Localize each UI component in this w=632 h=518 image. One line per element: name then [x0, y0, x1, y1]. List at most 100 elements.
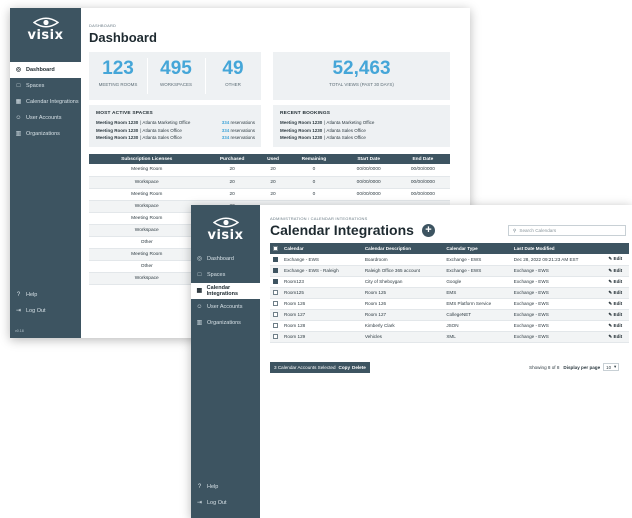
- table-header-row: Subscription Licenses Purchased Used Remain…: [89, 154, 450, 164]
- edit-button[interactable]: ✎ Edit: [608, 290, 622, 295]
- sidebar-item-help[interactable]: ? Help: [10, 287, 81, 303]
- sidebar-item-label: User Accounts: [26, 115, 62, 121]
- table-cell-calendar: Room 128: [280, 320, 361, 332]
- room-name: Meeting Room 1230: [280, 127, 323, 133]
- row-checkbox[interactable]: [270, 320, 280, 332]
- recent-bookings-card: RECENT BOOKINGS Meeting Room 1230 | Atlan…: [273, 105, 450, 147]
- column-header: Subscription Licenses: [89, 154, 205, 164]
- edit-button[interactable]: ✎ Edit: [608, 301, 622, 306]
- table-cell: Meeting Room: [89, 212, 205, 225]
- sidebar: visix ◎ Dashboard □ Spaces ▦ Calendar Integra…: [10, 8, 81, 338]
- table-cell: 0: [286, 176, 342, 189]
- table-cell: 0: [286, 188, 342, 201]
- column-header: Calendar: [280, 243, 361, 254]
- stat-label: MEETING ROOMS: [98, 82, 138, 87]
- list-item: Meeting Room 1230 | Atlanta Marketing Off…: [280, 119, 450, 127]
- per-page-select[interactable]: 10 ▾: [603, 363, 620, 371]
- logout-icon: ⇥: [196, 499, 203, 506]
- edit-button[interactable]: ✎ Edit: [608, 256, 622, 261]
- add-calendar-button[interactable]: +: [422, 224, 435, 237]
- checkbox-unchecked: [272, 290, 278, 296]
- table-row: Room123 City of Sheboygan Google Exchange -…: [270, 276, 629, 288]
- edit-button[interactable]: ✎ Edit: [608, 334, 622, 339]
- sidebar-item-dashboard[interactable]: ◎ Dashboard: [191, 251, 260, 267]
- table-cell: 00/00/0000: [395, 188, 450, 201]
- sidebar-nav: ◎ Dashboard □ Spaces ▦ Calendar Integrations ☺…: [10, 62, 81, 142]
- row-checkbox[interactable]: [270, 331, 280, 343]
- list-item: Meeting Room 1230 | Atlanta Sales Office: [280, 127, 450, 135]
- table-cell-type: JSON: [442, 320, 510, 332]
- table-row: Exchange - EWS Boardroom Exchange - EWS Dec…: [270, 254, 629, 266]
- table-cell: 20: [259, 188, 287, 201]
- table-cell-calendar: Room 127: [280, 309, 361, 321]
- table-row: Meeting Room 20 20 0 00/00/0000 00/00/0000: [89, 164, 450, 177]
- sidebar-item-help[interactable]: ? Help: [191, 479, 260, 495]
- table-cell-calendar: Room 126: [280, 298, 361, 310]
- copy-button[interactable]: Copy: [339, 365, 350, 370]
- sidebar-item-log-out[interactable]: ⇥ Log Out: [191, 495, 260, 511]
- table-cell-desc: Vehicles: [360, 331, 443, 343]
- per-page-label: Display per page: [563, 364, 601, 370]
- sidebar-item-spaces[interactable]: □ Spaces: [191, 267, 260, 283]
- count-unit: reservations: [230, 135, 255, 140]
- edit-button[interactable]: ✎ Edit: [608, 312, 622, 317]
- row-checkbox[interactable]: [270, 254, 280, 266]
- pagination: Showing 8 of 8 Display per page 10 ▾: [529, 363, 620, 371]
- row-checkbox[interactable]: [270, 265, 280, 277]
- sidebar-item-organizations[interactable]: ▥ Organizations: [10, 126, 81, 142]
- table-cell-desc: Raleigh Office 365 account: [360, 265, 443, 277]
- row-checkbox[interactable]: [270, 276, 280, 288]
- table-cell-calendar: Room125: [280, 287, 361, 299]
- stat-meeting-rooms: 123 MEETING ROOMS: [89, 52, 147, 100]
- sidebar-item-calendar-integrations[interactable]: ▦ Calendar Integrations: [10, 94, 81, 110]
- sidebar-item-label: Help: [207, 484, 219, 490]
- card-heading: MOST ACTIVE SPACES: [96, 111, 153, 116]
- edit-button[interactable]: ✎ Edit: [608, 268, 622, 273]
- stat-label: TOTAL VIEWS (PAST 30 DAYS): [329, 82, 394, 87]
- delete-button[interactable]: Delete: [352, 365, 366, 370]
- select-all-checkbox[interactable]: [270, 243, 280, 254]
- table-cell-type: Exchange - EWS: [442, 265, 510, 277]
- table-cell: Workspace: [89, 200, 205, 213]
- sidebar-item-dashboard[interactable]: ◎ Dashboard: [10, 62, 81, 78]
- table-cell: 20: [204, 164, 260, 177]
- sidebar-item-log-out[interactable]: ⇥ Log Out: [10, 303, 81, 319]
- table-row: Workspace 20 20 0 00/00/0000 00/00/0000: [89, 176, 450, 189]
- edit-label: Edit: [613, 289, 623, 295]
- table-row: Room 128 Kimberly Clark JSON Exchange - EWS…: [270, 320, 629, 332]
- edit-cell: ✎ Edit: [604, 298, 629, 310]
- brand-name: visix: [27, 28, 64, 43]
- room-name: Meeting Room 1230: [96, 127, 139, 133]
- row-checkbox[interactable]: [270, 287, 280, 299]
- list-item: Meeting Room 1230 | Atlanta Sales Office 3…: [96, 134, 261, 142]
- sidebar-item-organizations[interactable]: ▥ Organizations: [191, 315, 260, 331]
- row-checkbox[interactable]: [270, 298, 280, 310]
- target-icon: ◎: [15, 66, 22, 73]
- edit-button[interactable]: ✎ Edit: [608, 279, 622, 284]
- reservation-count: 334 reservations: [222, 127, 255, 135]
- table-cell: 20: [204, 188, 260, 201]
- table-cell-type: Google: [442, 276, 510, 288]
- sidebar-item-user-accounts[interactable]: ☺ User Accounts: [191, 299, 260, 315]
- row-checkbox[interactable]: [270, 309, 280, 321]
- calendar-integrations-window: visix ◎ Dashboard □ Spaces ▦ Calendar Integra…: [191, 205, 632, 518]
- table-cell: Other: [89, 236, 205, 249]
- square-icon: □: [197, 271, 202, 278]
- showing-count: Showing 8 of 8: [529, 364, 560, 370]
- room-name: Meeting Room 1230: [280, 120, 323, 125]
- eye-logo-icon: [32, 17, 59, 28]
- search-input[interactable]: ⚲ Search Calendars: [508, 225, 626, 236]
- count-value: 334: [221, 127, 230, 133]
- sidebar-footer: ? Help ⇥ Log Out: [191, 479, 260, 511]
- square-icon: □: [16, 82, 21, 89]
- table-cell-modified: Exchange - EWS: [509, 309, 605, 321]
- edit-label: Edit: [613, 267, 623, 273]
- selection-count: 3 Calendar Accounts Selected: [274, 365, 336, 370]
- edit-button[interactable]: ✎ Edit: [608, 323, 622, 328]
- sidebar-item-label: Help: [26, 292, 38, 298]
- per-page-value: 10: [606, 364, 612, 370]
- sidebar-item-label: Organizations: [207, 320, 241, 326]
- sidebar-item-spaces[interactable]: □ Spaces: [10, 78, 81, 94]
- sidebar-item-user-accounts[interactable]: ☺ User Accounts: [10, 110, 81, 126]
- sidebar-item-calendar-integrations[interactable]: ▦ Calendar Integrations: [191, 283, 260, 299]
